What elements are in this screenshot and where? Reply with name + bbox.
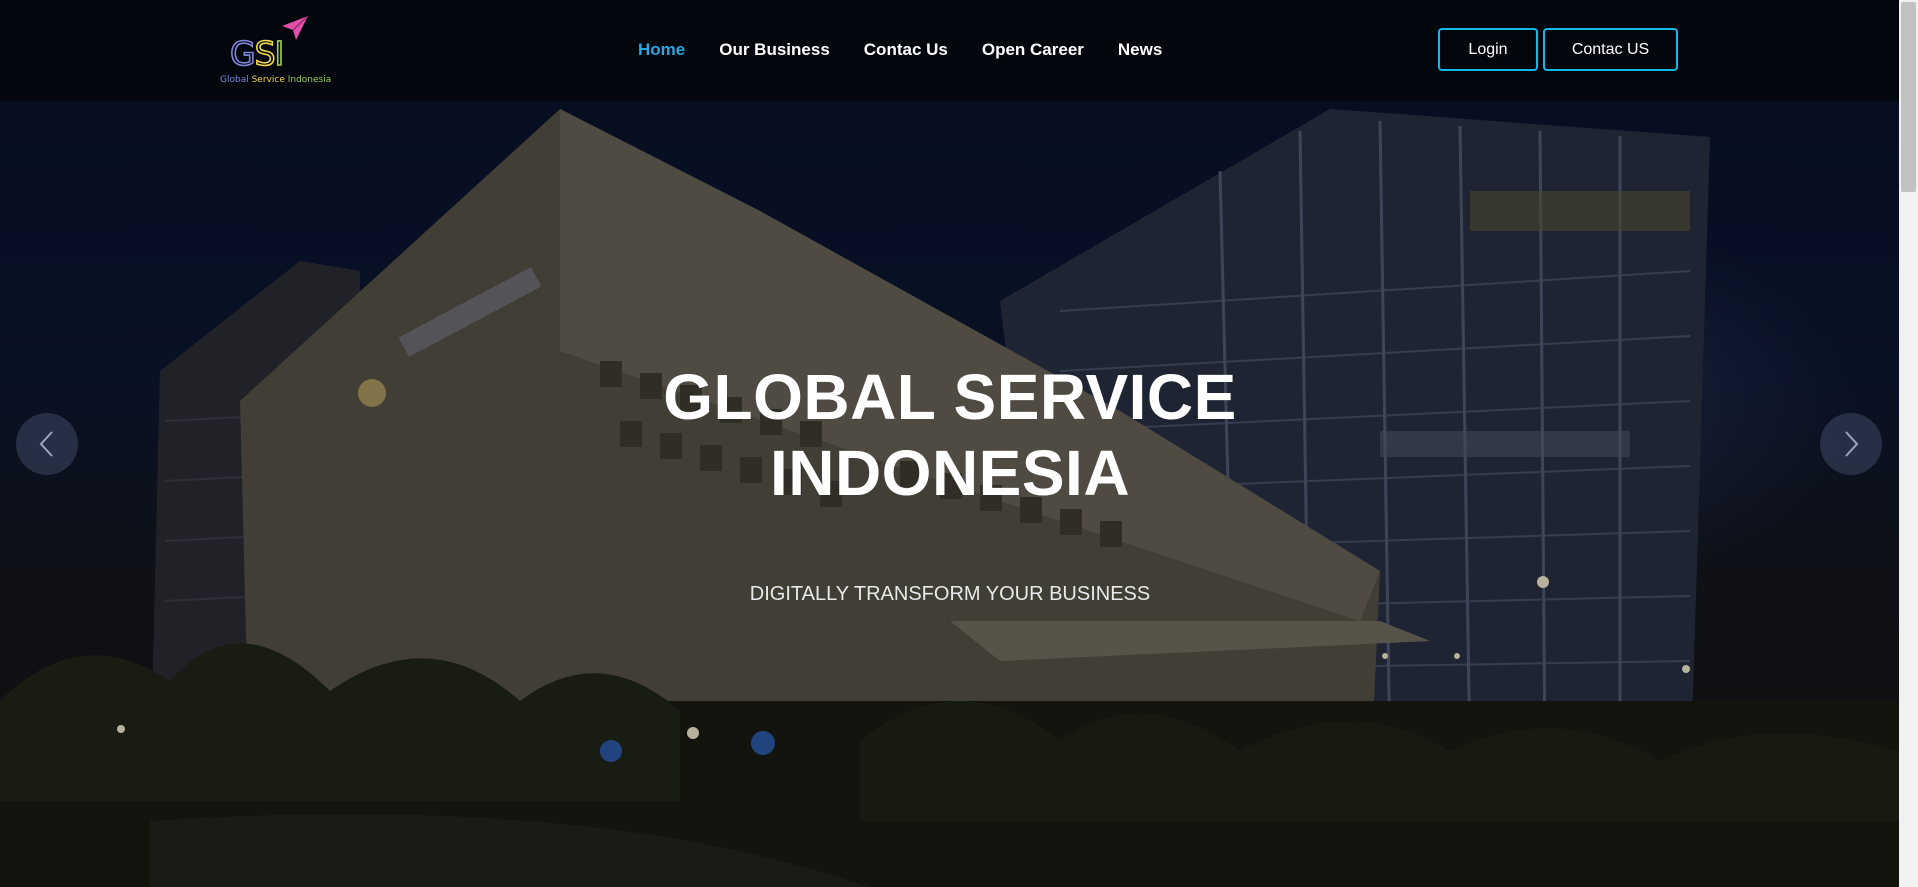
nav-news[interactable]: News (1118, 38, 1162, 62)
hero-title-line: INDONESIA (769, 437, 1131, 509)
hero-carousel: GLOBAL SERVICE INDONESIA DIGITALLY TRANS… (0, 101, 1899, 887)
logo-tagline-word: Global (220, 75, 249, 85)
logo-tagline: Global Service Indonesia (220, 75, 331, 85)
contact-us-button[interactable]: Contac US (1543, 28, 1678, 71)
hero-title-line: GLOBAL SERVICE (663, 361, 1237, 433)
logo-letter-s: S (254, 34, 277, 73)
carousel-next-button[interactable] (1820, 413, 1882, 475)
main-nav: Home Our Business Contac Us Open Career … (638, 38, 1196, 62)
site-header: GSI Global Service Indonesia Home Our Bu… (0, 0, 1899, 101)
nav-contact-us[interactable]: Contac Us (864, 38, 948, 62)
login-button[interactable]: Login (1438, 28, 1538, 71)
carousel-prev-button[interactable] (16, 413, 78, 475)
nav-open-career[interactable]: Open Career (982, 38, 1084, 62)
nav-our-business[interactable]: Our Business (719, 38, 830, 62)
hero-title: GLOBAL SERVICE INDONESIA (560, 359, 1340, 511)
logo-letter-i: I (274, 34, 285, 73)
page-scrollbar[interactable] (1899, 0, 1918, 887)
scrollbar-thumb[interactable] (1901, 2, 1916, 192)
logo[interactable]: GSI Global Service Indonesia (218, 14, 331, 88)
paper-plane-icon (282, 15, 309, 40)
chevron-right-icon (1845, 431, 1859, 457)
nav-home[interactable]: Home (638, 38, 685, 62)
logo-letter-g: G (229, 34, 256, 73)
chevron-left-icon (39, 431, 53, 457)
logo-tagline-word: Indonesia (287, 75, 332, 85)
logo-tagline-word: Service (251, 75, 285, 85)
hero-subtitle: DIGITALLY TRANSFORM YOUR BUSINESS (749, 583, 1151, 605)
logo-mark: GSI (229, 34, 285, 73)
